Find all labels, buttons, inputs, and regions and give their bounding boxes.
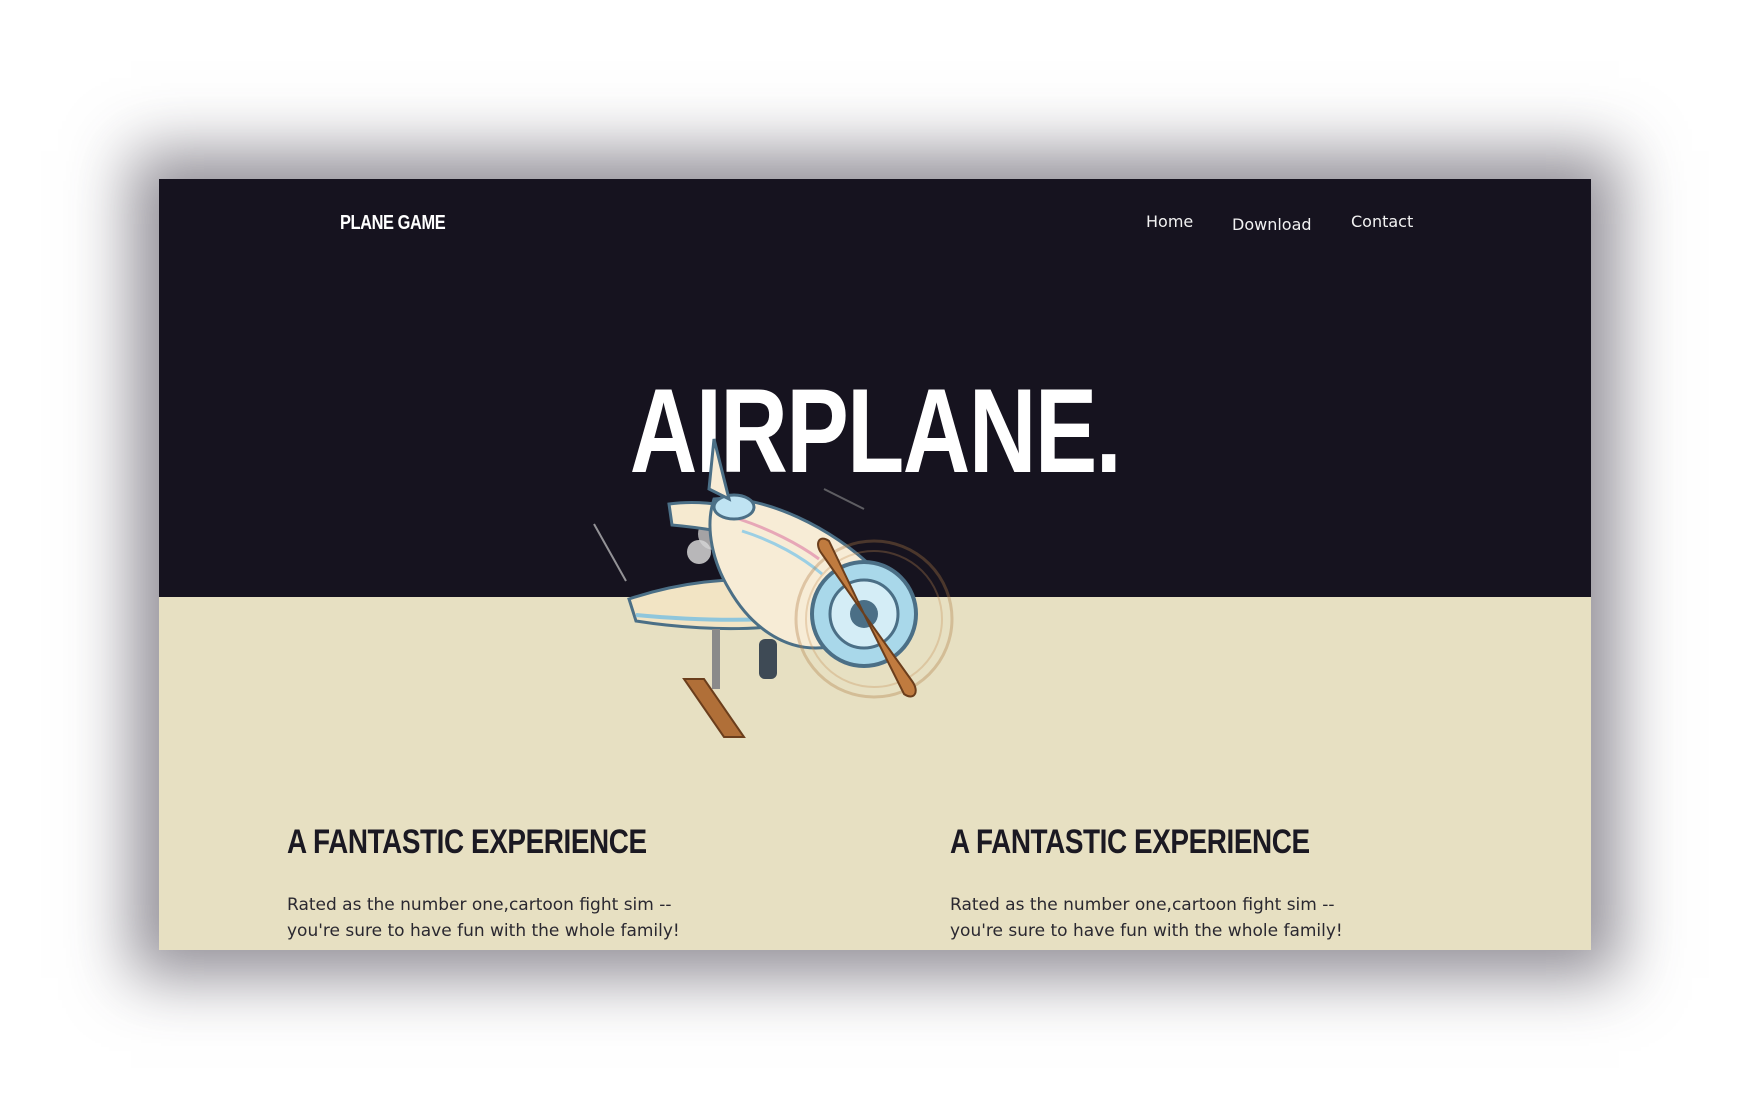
webpage-screenshot: PLANE GAME Home Download Contact AIRPLAN… (159, 179, 1591, 950)
feature-card: A FANTASTIC EXPERIENCE Rated as the numb… (950, 825, 1420, 950)
feature-title: A FANTASTIC EXPERIENCE (287, 823, 647, 861)
feature-title: A FANTASTIC EXPERIENCE (950, 823, 1310, 861)
feature-description: Rated as the number one,cartoon fight si… (950, 895, 1343, 941)
nav-link-download[interactable]: Download (1232, 215, 1312, 234)
nav-link-home[interactable]: Home (1146, 212, 1193, 231)
main-navigation: Home Download Contact (159, 211, 1591, 241)
nav-link-contact[interactable]: Contact (1351, 212, 1413, 231)
airplane-illustration (593, 438, 954, 738)
feature-description: Rated as the number one,cartoon fight si… (287, 895, 680, 941)
feature-card: A FANTASTIC EXPERIENCE Rated as the numb… (287, 825, 757, 950)
